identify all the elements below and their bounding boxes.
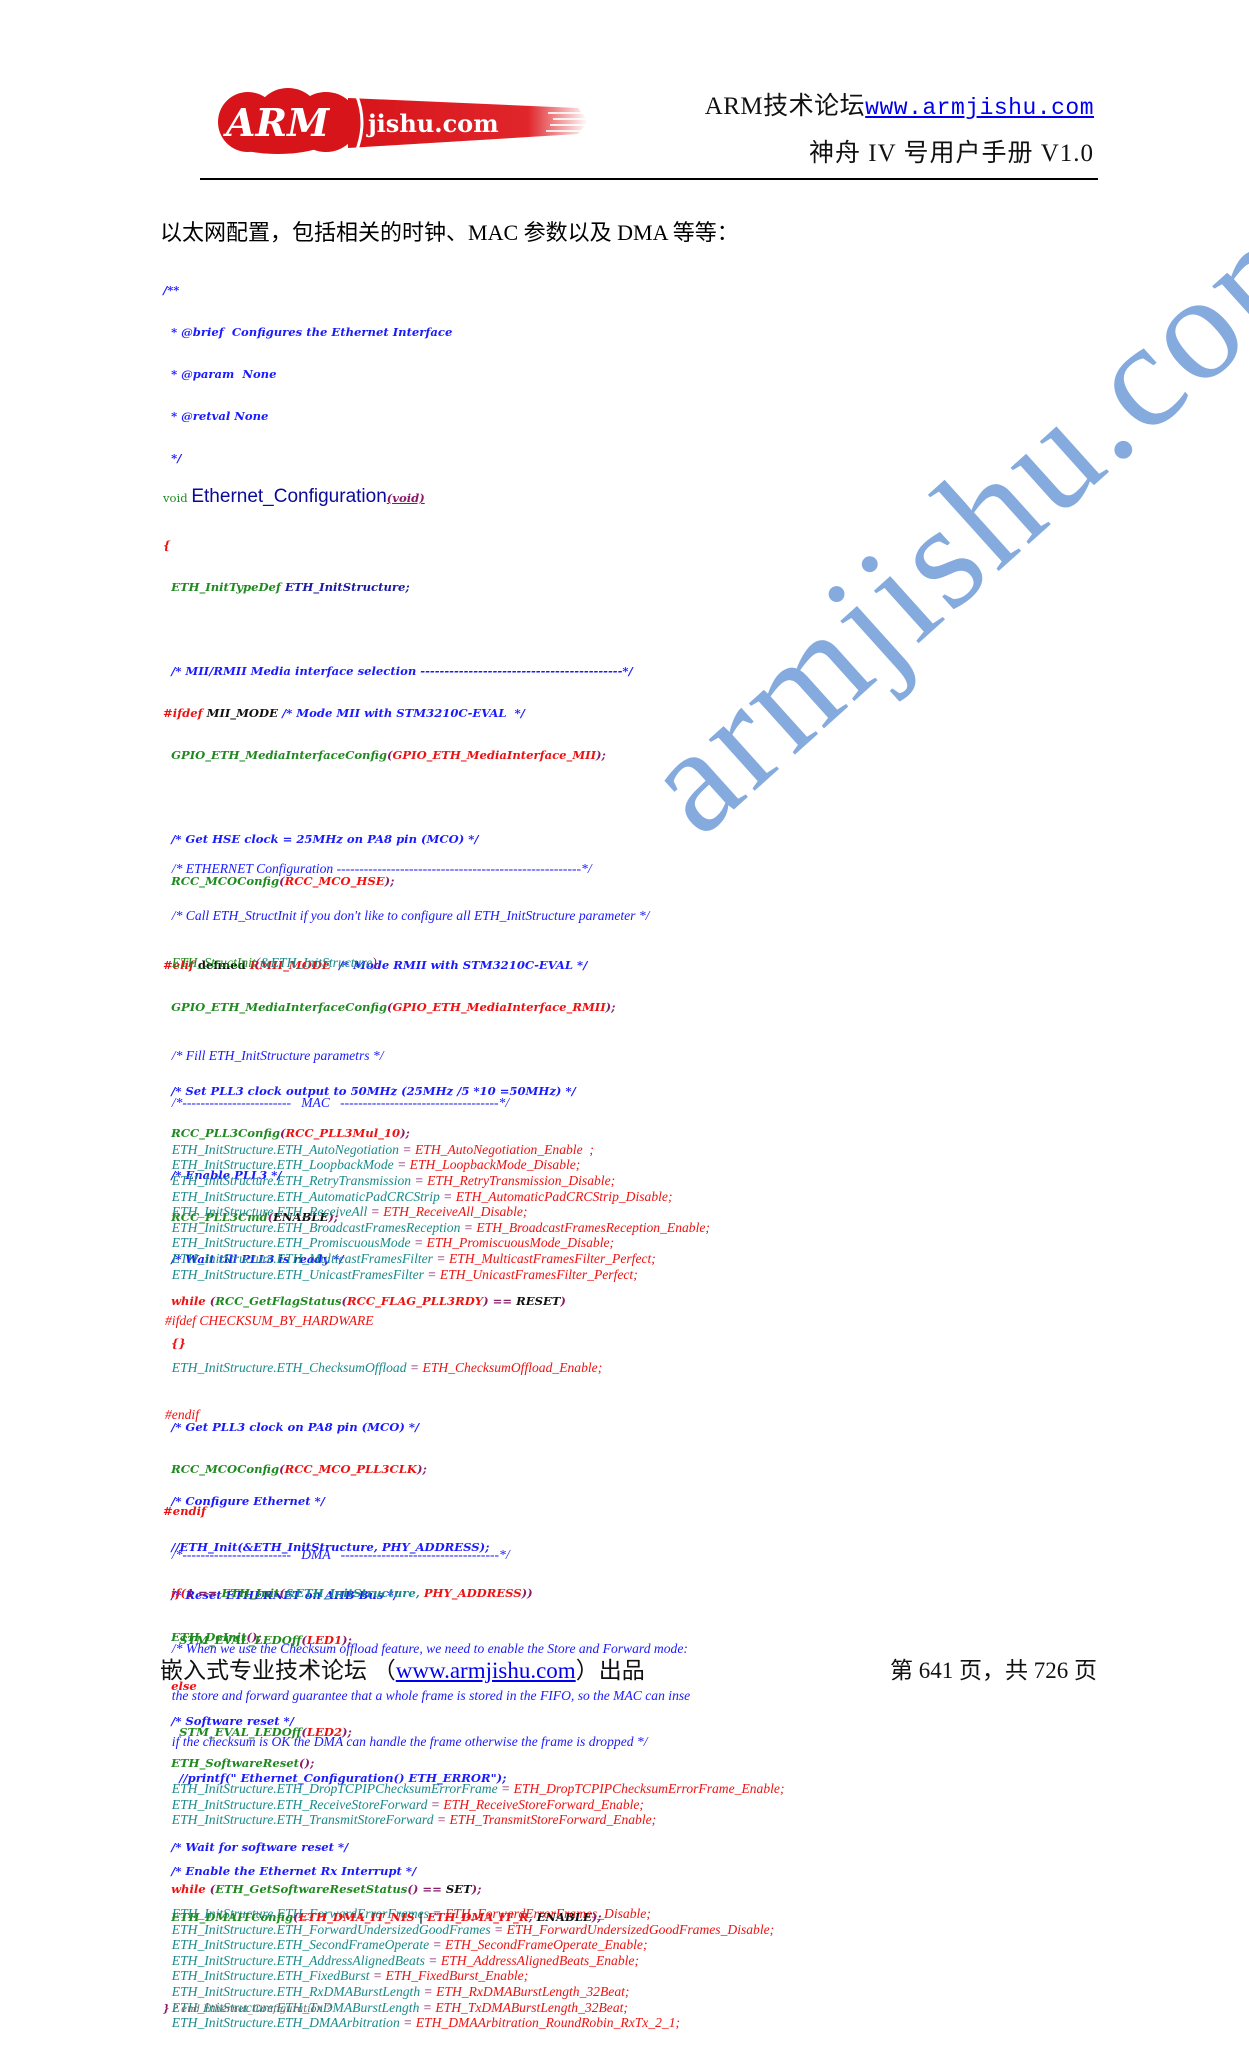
code-line: * @param None xyxy=(163,367,277,381)
watermark-text: armjishu.com xyxy=(611,160,1249,865)
code-line: /* Enable the Ethernet Rx Interrupt */ xyxy=(171,1863,417,1878)
footer-forum-label: 嵌入式专业技术论坛 （ xyxy=(160,1658,396,1683)
code-line: { xyxy=(163,538,171,552)
header-forum-line: ARM技术论坛www.armjishu.com xyxy=(705,92,1094,123)
manual-title: 神舟 IV 号用户手册 V1.0 xyxy=(809,140,1094,167)
code-line: ETH_DMAITConfig(ETH_DMA_IT_NIS | ETH_DMA… xyxy=(171,1909,602,1924)
code-line: ETH_InitStructure.ETH_LoopbackMode = ETH… xyxy=(171,1157,581,1173)
page-number: 第 641 页，共 726 页 xyxy=(890,1658,1097,1683)
struct-value: ETH_UnicastFramesFilter_Perfect; xyxy=(439,1266,638,1282)
struct-value: ETH_PromiscuousMode_Disable; xyxy=(426,1235,615,1251)
page-footer-left: 嵌入式专业技术论坛 （www.armjishu.com）出品 xyxy=(160,1651,645,1685)
code-line: STM_EVAL_LEDOff(LED1); xyxy=(179,1632,352,1647)
footer-link[interactable]: www.armjishu.com xyxy=(396,1658,576,1683)
struct-field: ETH_InitStructure.ETH_MulticastFramesFil… xyxy=(171,1251,433,1267)
code-line: * @brief Configures the Ethernet Interfa… xyxy=(163,325,453,339)
code-line: /* Call ETH_StructInit if you don't like… xyxy=(171,907,650,923)
struct-value: ETH_BroadcastFramesReception_Enable; xyxy=(476,1219,710,1235)
code-line: /* Fill ETH_InitStructure parametrs */ xyxy=(171,1048,384,1064)
code-line: * @retval None xyxy=(163,409,269,423)
struct-value: ETH_MulticastFramesFilter_Perfect; xyxy=(448,1251,656,1267)
struct-field: ETH_InitStructure.ETH_UnicastFramesFilte… xyxy=(171,1266,424,1282)
logo-arm-text: ARM xyxy=(223,100,330,145)
code-line: ETH_InitTypeDef ETH_InitStructure; xyxy=(171,580,410,594)
intro-paragraph: 以太网配置，包括相关的时钟、MAC 参数以及 DMA 等等： xyxy=(160,220,739,245)
function-signature: void Ethernet_Configuration(void) xyxy=(163,486,425,507)
code-line: ETH_InitStructure.ETH_MulticastFramesFil… xyxy=(171,1251,656,1267)
forum-label: ARM技术论坛 xyxy=(704,93,866,120)
code-line: } ? end Ethernet_Configuration ? xyxy=(163,2004,332,2016)
logo-jishu-text: jishu.com xyxy=(366,109,499,138)
code-line: #ifdef MII_MODE /* Mode MII with STM3210… xyxy=(163,706,525,720)
struct-field: ETH_InitStructure.ETH_PromiscuousMode xyxy=(171,1235,411,1251)
code-line: /** xyxy=(163,283,180,297)
code-line: #ifdef CHECKSUM_BY_HARDWARE xyxy=(165,1313,374,1329)
struct-field: ETH_InitStructure.ETH_BroadcastFramesRec… xyxy=(171,1219,461,1235)
struct-value: ETH_AutoNegotiation_Enable ; xyxy=(414,1141,594,1157)
struct-field: ETH_InitStructure.ETH_AutomaticPadCRCStr… xyxy=(171,1188,440,1204)
code-line: ETH_InitStructure.ETH_RetryTransmission … xyxy=(171,1173,616,1189)
armjishu-logo: ARM jishu.com xyxy=(218,86,593,156)
code-line: ETH_InitStructure.ETH_AutomaticPadCRCStr… xyxy=(171,1188,673,1204)
code-line: /*------------------------ MAC ---------… xyxy=(171,1095,510,1111)
page-header: ARM技术论坛www.armjishu.com 神舟 IV 号用户手册 V1.0 xyxy=(705,92,1094,169)
struct-field: ETH_InitStructure.ETH_ReceiveAll xyxy=(171,1204,368,1220)
code-line: //ETH_Init(&ETH_InitStructure, PHY_ADDRE… xyxy=(171,1540,490,1555)
code-line: if(1 == ETH_Init(&ETH_InitStructure, PHY… xyxy=(171,1586,533,1601)
code-line: GPIO_ETH_MediaInterfaceConfig(GPIO_ETH_M… xyxy=(171,748,606,762)
code-line: STM_EVAL_LEDOff(LED2); xyxy=(179,1725,352,1740)
footer-suffix: ）出品 xyxy=(575,1658,645,1683)
function-name: Ethernet_Configuration xyxy=(191,486,387,507)
struct-value: ETH_ReceiveAll_Disable; xyxy=(383,1204,528,1220)
code-line: ETH_InitStructure.ETH_PromiscuousMode = … xyxy=(171,1235,615,1251)
struct-field: ETH_InitStructure.ETH_AutoNegotiation xyxy=(171,1141,399,1157)
code-line: ETH_InitStructure.ETH_AutoNegotiation = … xyxy=(171,1141,594,1157)
struct-field: ETH_InitStructure.ETH_RetryTransmission xyxy=(171,1173,412,1189)
struct-field: ETH_InitStructure.ETH_LoopbackMode xyxy=(171,1157,394,1173)
code-line: */ xyxy=(163,451,182,465)
code-line: ETH_InitStructure.ETH_UnicastFramesFilte… xyxy=(171,1266,638,1282)
forum-link[interactable]: www.armjishu.com xyxy=(865,95,1094,121)
code-line: ETH_InitStructure.ETH_ReceiveAll = ETH_R… xyxy=(171,1204,528,1220)
code-line: /* ETHERNET Configuration --------------… xyxy=(171,861,592,877)
struct-value: ETH_AutomaticPadCRCStrip_Disable; xyxy=(455,1188,673,1204)
code-line: //printf(" Ethernet_Configuration() ETH_… xyxy=(179,1771,507,1786)
struct-value: ETH_LoopbackMode_Disable; xyxy=(409,1157,581,1173)
code-line: ETH_StructInit(&ETH_InitStructure); xyxy=(171,954,382,970)
code-line: /* Configure Ethernet */ xyxy=(171,1494,325,1509)
code-listing-tail: /* Configure Ethernet */ //ETH_Init(&ETH… xyxy=(163,1417,602,2033)
struct-value: ETH_RetryTransmission_Disable; xyxy=(427,1173,616,1189)
code-line: ETH_InitStructure.ETH_ChecksumOffload = … xyxy=(171,1360,603,1376)
code-line: /* MII/RMII Media interface selection --… xyxy=(171,664,633,678)
code-line: ETH_InitStructure.ETH_BroadcastFramesRec… xyxy=(171,1219,710,1235)
header-divider xyxy=(200,178,1098,180)
